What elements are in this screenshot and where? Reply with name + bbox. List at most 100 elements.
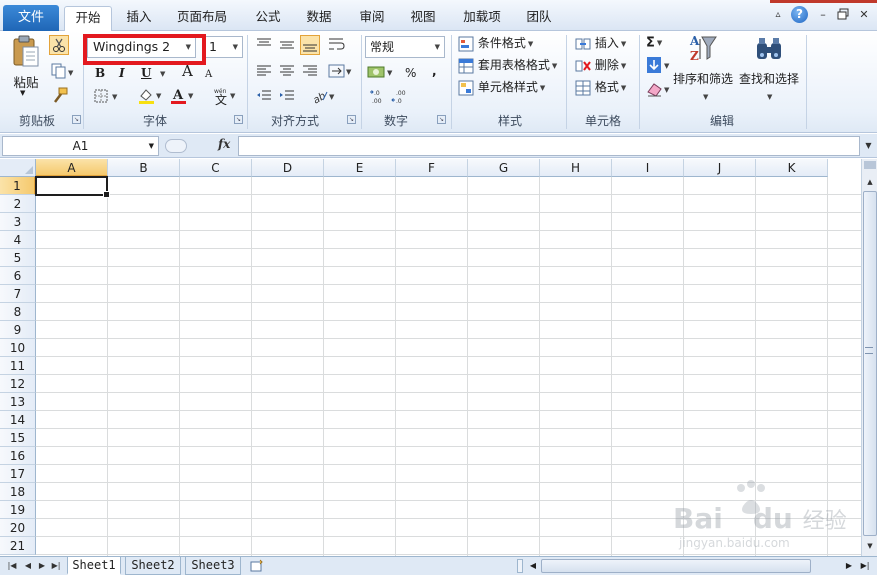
increase-decimal-icon[interactable]: .0.00 xyxy=(369,88,387,106)
first-sheet-icon[interactable]: |◀ xyxy=(6,559,18,573)
select-all-button[interactable] xyxy=(0,159,36,177)
column-header-k[interactable]: K xyxy=(756,159,828,177)
decrease-decimal-icon[interactable]: .00.0 xyxy=(391,88,409,106)
scroll-down-icon[interactable]: ▼ xyxy=(863,539,877,553)
vertical-scroll-thumb[interactable] xyxy=(863,191,877,536)
clear-icon[interactable]: ▼ xyxy=(646,80,670,98)
horizontal-scroll-thumb[interactable] xyxy=(541,559,811,573)
column-header-e[interactable]: E xyxy=(324,159,396,177)
row-header-8[interactable]: 8 xyxy=(0,303,36,321)
format-painter-icon[interactable] xyxy=(51,87,69,105)
restore-window-icon[interactable] xyxy=(836,8,850,22)
number-launcher-icon[interactable]: ↘ xyxy=(437,115,446,124)
delete-cells-button[interactable]: 删除 ▼ xyxy=(575,55,626,75)
formula-input[interactable] xyxy=(238,136,860,156)
prev-sheet-icon[interactable]: ◀ xyxy=(22,559,34,573)
close-window-icon[interactable]: ✕ xyxy=(857,8,871,22)
number-format-dropdown-icon[interactable]: ▼ xyxy=(435,37,440,57)
insert-cells-button[interactable]: 插入 ▼ xyxy=(575,33,626,53)
insert-sheet-icon[interactable] xyxy=(250,559,264,572)
row-header-14[interactable]: 14 xyxy=(0,411,36,429)
cell-styles-button[interactable]: 单元格样式 ▼ xyxy=(458,77,545,97)
last-sheet-icon[interactable]: ▶| xyxy=(50,559,62,573)
alignment-launcher-icon[interactable]: ↘ xyxy=(347,115,356,124)
tab-split-handle[interactable] xyxy=(517,559,523,573)
name-box[interactable]: A1 ▼ xyxy=(2,136,159,156)
row-header-2[interactable]: 2 xyxy=(0,195,36,213)
formula-bar-grip-icon[interactable] xyxy=(165,139,187,153)
expand-formula-bar-icon[interactable]: ▼ xyxy=(862,137,875,155)
borders-icon[interactable]: ▼ xyxy=(94,88,118,106)
font-size-dropdown-icon[interactable]: ▼ xyxy=(233,37,238,57)
row-header-19[interactable]: 19 xyxy=(0,501,36,519)
row-header-15[interactable]: 15 xyxy=(0,429,36,447)
row-header-17[interactable]: 17 xyxy=(0,465,36,483)
accounting-format-icon[interactable]: ▼ xyxy=(367,64,393,82)
row-header-1[interactable]: 1 xyxy=(0,177,36,195)
active-cell[interactable] xyxy=(35,176,110,198)
column-header-a[interactable]: A xyxy=(36,159,108,177)
find-select-icon[interactable] xyxy=(755,35,781,59)
row-header-5[interactable]: 5 xyxy=(0,249,36,267)
format-as-table-button[interactable]: 套用表格格式 ▼ xyxy=(458,55,557,75)
number-format-select[interactable]: 常规 ▼ xyxy=(365,36,445,58)
increase-indent-icon[interactable] xyxy=(279,88,297,106)
find-select-dropdown-icon[interactable]: ▼ xyxy=(765,86,772,106)
align-middle-icon[interactable] xyxy=(279,36,297,54)
insert-function-icon[interactable]: fx xyxy=(218,137,230,151)
minimize-window-icon[interactable]: – xyxy=(816,8,830,22)
row-header-21[interactable]: 21 xyxy=(0,537,36,555)
sheet-tab-sheet3[interactable]: Sheet3 xyxy=(185,557,241,575)
column-header-i[interactable]: I xyxy=(612,159,684,177)
font-name-dropdown-icon[interactable]: ▼ xyxy=(186,37,191,57)
fill-icon[interactable]: ▼ xyxy=(646,56,670,74)
row-header-13[interactable]: 13 xyxy=(0,393,36,411)
minimize-ribbon-icon[interactable]: ▵ xyxy=(771,8,785,22)
font-color-icon[interactable]: A ▼ xyxy=(170,87,194,105)
sheet-tab-sheet1[interactable]: Sheet1 xyxy=(67,557,121,575)
column-header-g[interactable]: G xyxy=(468,159,540,177)
align-top-icon[interactable] xyxy=(256,36,274,54)
cut-icon[interactable] xyxy=(49,35,69,55)
conditional-formatting-button[interactable]: 条件格式 ▼ xyxy=(458,33,533,53)
tab-insert[interactable]: 插入 xyxy=(118,6,160,31)
tab-formulas[interactable]: 公式 xyxy=(247,6,289,31)
phonetic-guide-icon[interactable]: wén 文 ▼ xyxy=(212,86,236,107)
font-launcher-icon[interactable]: ↘ xyxy=(234,115,243,124)
row-header-12[interactable]: 12 xyxy=(0,375,36,393)
clipboard-launcher-icon[interactable]: ↘ xyxy=(72,115,81,124)
split-box-icon[interactable] xyxy=(864,161,876,169)
paste-dropdown-icon[interactable]: ▼ xyxy=(20,89,25,97)
align-right-icon[interactable] xyxy=(302,63,320,81)
row-header-9[interactable]: 9 xyxy=(0,321,36,339)
paste-button[interactable]: 粘贴 xyxy=(10,72,42,91)
scroll-right-icon[interactable]: ▶ xyxy=(843,559,855,573)
tab-file[interactable]: 文件 xyxy=(3,5,59,31)
tab-addins[interactable]: 加载项 xyxy=(456,6,508,31)
tab-view[interactable]: 视图 xyxy=(402,6,444,31)
scroll-end-icon[interactable]: ▶| xyxy=(858,559,872,573)
tab-team[interactable]: 团队 xyxy=(518,6,560,31)
next-sheet-icon[interactable]: ▶ xyxy=(36,559,48,573)
scroll-left-icon[interactable]: ◀ xyxy=(527,559,539,573)
percent-button[interactable]: % xyxy=(405,63,416,83)
autosum-button[interactable]: Σ ▼ xyxy=(646,33,662,53)
tab-review[interactable]: 审阅 xyxy=(351,6,393,31)
vertical-scrollbar[interactable]: ▲ ▼ xyxy=(861,159,877,556)
underline-dropdown-icon[interactable]: ▼ xyxy=(158,63,165,83)
copy-icon[interactable]: ▼ xyxy=(51,63,74,81)
row-header-3[interactable]: 3 xyxy=(0,213,36,231)
row-header-6[interactable]: 6 xyxy=(0,267,36,285)
column-header-h[interactable]: H xyxy=(540,159,612,177)
fill-color-icon[interactable]: ▼ xyxy=(138,87,162,105)
align-center-icon[interactable] xyxy=(279,63,297,81)
scroll-up-icon[interactable]: ▲ xyxy=(863,175,877,189)
align-left-icon[interactable] xyxy=(256,63,274,81)
row-header-20[interactable]: 20 xyxy=(0,519,36,537)
row-header-4[interactable]: 4 xyxy=(0,231,36,249)
sort-filter-icon[interactable]: AZ xyxy=(688,33,717,63)
decrease-indent-icon[interactable] xyxy=(256,88,274,106)
wrap-text-icon[interactable] xyxy=(328,36,346,54)
row-header-11[interactable]: 11 xyxy=(0,357,36,375)
tab-home[interactable]: 开始 xyxy=(64,6,112,32)
